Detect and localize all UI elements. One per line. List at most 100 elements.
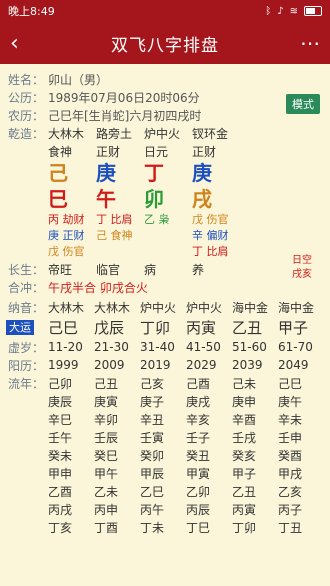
liunian-cell[interactable]: 乙酉 <box>48 483 94 500</box>
liunian-row: 乙酉 乙未 乙巳 乙卯 乙丑 乙亥 <box>8 482 322 500</box>
liunian-cell[interactable]: 庚寅 <box>94 393 140 410</box>
liunian-cell[interactable]: 乙丑 <box>232 483 278 500</box>
lunar-label: 农历： <box>8 108 45 123</box>
liunian-cell[interactable]: 乙未 <box>94 483 140 500</box>
dayun-cell[interactable]: 甲子 <box>278 317 324 338</box>
hidden-stem: 丁 比肩 <box>96 213 133 226</box>
liunian-cell[interactable]: 癸巳 <box>94 447 140 464</box>
nayin-cell: 炉中火 <box>140 300 177 315</box>
back-icon[interactable]: ‹ <box>10 31 40 56</box>
liunian-cell[interactable]: 癸卯 <box>140 447 186 464</box>
mode-button[interactable]: 模式 <box>286 94 320 114</box>
liunian-cell[interactable]: 己未 <box>232 375 278 392</box>
liunian-cell[interactable]: 己丑 <box>94 375 140 392</box>
dayun-cell[interactable]: 丁卯 <box>140 317 186 338</box>
liunian-row: 壬午 壬辰 壬寅 壬子 壬戌 壬申 <box>8 428 322 446</box>
pillar-nayin: 钗环金 <box>192 126 229 141</box>
liunian-cell[interactable]: 壬午 <box>48 429 94 446</box>
liunian-cell[interactable]: 丁未 <box>140 519 186 536</box>
liunian-cell[interactable]: 己巳 <box>278 375 324 392</box>
hehe-value: 午戌半合 卯戌合火 <box>48 280 148 295</box>
liunian-cell[interactable]: 庚申 <box>232 393 278 410</box>
liunian-cell[interactable]: 丁亥 <box>48 519 94 536</box>
liunian-cell[interactable]: 丙戌 <box>48 501 94 518</box>
liunian-cell[interactable]: 壬子 <box>186 429 232 446</box>
liunian-cell[interactable]: 甲寅 <box>186 465 232 482</box>
liunian-cell[interactable]: 丙午 <box>140 501 186 518</box>
name-label: 姓名： <box>8 72 45 87</box>
content: 姓名： 卯山（男） 公历： 1989年07月06日20时06分 农历： 己巳年[… <box>0 64 330 536</box>
liunian-row: 癸未 癸巳 癸卯 癸丑 癸亥 癸酉 <box>8 446 322 464</box>
liunian-cell[interactable]: 己亥 <box>140 375 186 392</box>
dayun-cell[interactable]: 丙寅 <box>186 317 232 338</box>
liunian-cell[interactable]: 辛卯 <box>94 411 140 428</box>
liunian-cell[interactable]: 癸酉 <box>278 447 324 464</box>
pillar-nayin: 路旁土 <box>96 126 133 141</box>
liunian-cell[interactable]: 壬戌 <box>232 429 278 446</box>
yangli-cell: 1999 <box>48 358 79 372</box>
liunian-cell[interactable]: 辛巳 <box>48 411 94 428</box>
tiangan: 己 <box>48 161 68 185</box>
yangli-cell: 2039 <box>232 358 263 372</box>
hidden-stem: 己 食神 <box>96 229 133 242</box>
dayun-cell[interactable]: 戊辰 <box>94 317 140 338</box>
liunian-cell[interactable]: 丙寅 <box>232 501 278 518</box>
liunian-cell[interactable]: 辛丑 <box>140 411 186 428</box>
hidden-stem-column: 丙 劫财庚 正财戊 伤官 <box>48 212 96 260</box>
more-icon[interactable]: ⋯ <box>290 31 320 55</box>
liunian-cell[interactable]: 庚辰 <box>48 393 94 410</box>
dayun-cell[interactable]: 己巳 <box>48 317 94 338</box>
liunian-row: 辛巳 辛卯 辛丑 辛亥 辛酉 辛未 <box>8 410 322 428</box>
liunian-cell[interactable]: 己卯 <box>48 375 94 392</box>
yangli-cell: 2049 <box>278 358 309 372</box>
hidden-stem-column: 乙 枭 <box>144 212 192 260</box>
nayin-cell: 大林木 <box>94 300 131 315</box>
liunian-cell[interactable]: 甲申 <box>48 465 94 482</box>
liunian-cell[interactable]: 己酉 <box>186 375 232 392</box>
dayun-cell[interactable]: 乙丑 <box>232 317 278 338</box>
liunian-label: 流年： <box>8 376 45 391</box>
liunian-cell[interactable]: 庚子 <box>140 393 186 410</box>
app-bar: ‹ 双飞八字排盘 ⋯ <box>0 22 330 64</box>
mute-icon: ♪ <box>277 5 284 17</box>
liunian-row: 庚辰 庚寅 庚子 庚戌 庚申 庚午 <box>8 392 322 410</box>
liunian-cell[interactable]: 辛酉 <box>232 411 278 428</box>
nayin-cell: 炉中火 <box>186 300 223 315</box>
xusui-row: 虚岁： 11-20 21-30 31-40 41-50 51-60 61-70 <box>8 338 322 356</box>
liunian-cell[interactable]: 甲戌 <box>278 465 324 482</box>
kong-badge: 日空 戌亥 <box>292 254 312 282</box>
liunian-cell[interactable]: 丁丑 <box>278 519 324 536</box>
liunian-cell[interactable]: 乙亥 <box>278 483 324 500</box>
liunian-cell[interactable]: 癸丑 <box>186 447 232 464</box>
liunian-cell[interactable]: 丙申 <box>94 501 140 518</box>
liunian-cell[interactable]: 丁巳 <box>186 519 232 536</box>
dayun-label[interactable]: 大运 <box>6 320 34 335</box>
liunian-cell[interactable]: 乙卯 <box>186 483 232 500</box>
liunian-cell[interactable]: 庚午 <box>278 393 324 410</box>
liunian-cell[interactable]: 辛未 <box>278 411 324 428</box>
xusui-label: 虚岁： <box>8 340 45 355</box>
liunian-cell[interactable]: 壬寅 <box>140 429 186 446</box>
liunian-cell[interactable]: 壬辰 <box>94 429 140 446</box>
hidden-stem: 丙 劫财 <box>48 213 85 226</box>
liunian-cell[interactable]: 甲辰 <box>140 465 186 482</box>
pillar-nayin: 炉中火 <box>144 126 181 141</box>
shishen: 正财 <box>192 144 217 159</box>
xusui-cell: 21-30 <box>94 340 129 354</box>
liunian-cell[interactable]: 丙辰 <box>186 501 232 518</box>
hidden-stem: 辛 偏财 <box>192 229 229 242</box>
liunian-cell[interactable]: 丁卯 <box>232 519 278 536</box>
wifi-icon: ≋ <box>289 5 298 17</box>
nayin-label: 纳音： <box>8 300 45 315</box>
liunian-cell[interactable]: 癸亥 <box>232 447 278 464</box>
liunian-cell[interactable]: 丁酉 <box>94 519 140 536</box>
liunian-cell[interactable]: 甲午 <box>94 465 140 482</box>
liunian-cell[interactable]: 庚戌 <box>186 393 232 410</box>
liunian-cell[interactable]: 丙子 <box>278 501 324 518</box>
liunian-cell[interactable]: 辛亥 <box>186 411 232 428</box>
yangli-cell: 2029 <box>186 358 217 372</box>
liunian-cell[interactable]: 甲子 <box>232 465 278 482</box>
liunian-cell[interactable]: 壬申 <box>278 429 324 446</box>
liunian-cell[interactable]: 癸未 <box>48 447 94 464</box>
liunian-cell[interactable]: 乙巳 <box>140 483 186 500</box>
